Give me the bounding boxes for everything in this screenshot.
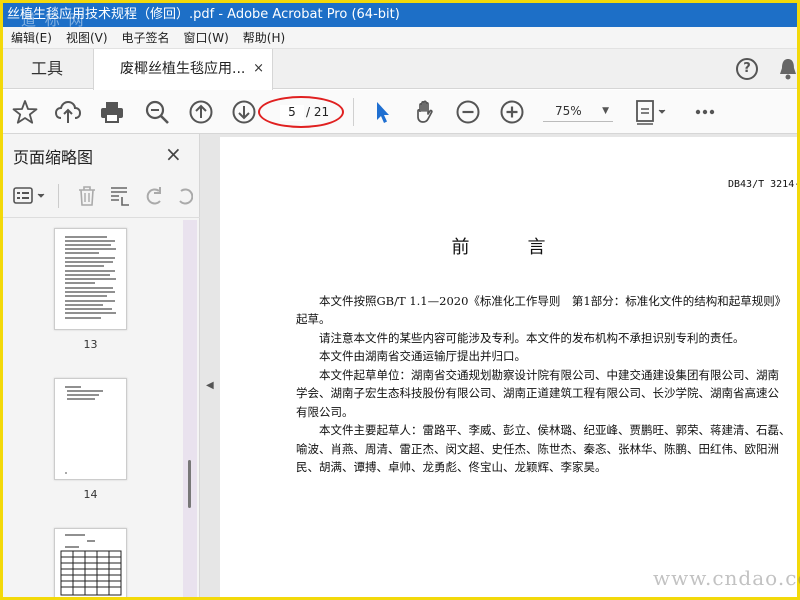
page-thumbnails-panel: 页面缩略图 × 13 14 [3, 134, 200, 597]
cloud-upload-icon[interactable] [54, 98, 82, 126]
thumbnail-page-13[interactable] [54, 228, 127, 330]
panel-toolbar [3, 174, 200, 218]
hand-icon[interactable] [411, 98, 439, 126]
tab-close-icon[interactable]: × [253, 49, 264, 89]
menu-bar: 编辑(E) 视图(V) 电子签名 窗口(W) 帮助(H) [3, 27, 797, 49]
thumbnail-page-15[interactable] [54, 528, 127, 597]
zoom-level-value: 75% [555, 104, 582, 118]
thumbnail-label: 13 [83, 338, 98, 351]
select-cursor-icon[interactable] [368, 98, 396, 126]
chevron-down-icon: ▼ [602, 106, 609, 116]
zoom-search-icon[interactable] [143, 98, 171, 126]
panel-title: 页面缩略图 [13, 148, 94, 167]
paragraph-line: 有限公司。 [296, 405, 354, 419]
thumbnail-13-preview [65, 236, 116, 319]
help-icon[interactable]: ? [736, 58, 758, 80]
thumbnail-label: 14 [83, 488, 98, 501]
paragraph-line: 本文件按照GB/T 1.1—2020《标准化工作导则 第1部分：标准化文件的结构… [296, 294, 787, 308]
panel-close-icon[interactable]: × [165, 142, 182, 166]
thumbnail-page-14[interactable] [54, 378, 127, 480]
document-number: DB43/T 3214- [728, 179, 797, 190]
tab-tools[interactable]: 工具 [3, 49, 91, 89]
rotate-cw-icon[interactable] [175, 185, 193, 207]
total-pages-label: / 21 [306, 105, 330, 119]
paragraph-line: 本文件由湖南省交通运输厅提出并归口。 [296, 349, 526, 363]
thumbnail-scrollbar[interactable] [183, 220, 197, 597]
more-icon[interactable] [691, 98, 719, 126]
paragraph-line: 起草。 [296, 312, 331, 326]
toolbar: 5 / 21 75% ▼ [3, 90, 797, 134]
thumbnail-options-icon[interactable] [13, 186, 49, 206]
document-viewport: DB43/T 3214- 前 言 本文件按照GB/T 1.1—2020《标准化工… [220, 134, 797, 597]
menu-view[interactable]: 视图(V) [66, 27, 108, 48]
zoom-out-icon[interactable] [454, 98, 482, 126]
scrollbar-thumb[interactable] [188, 460, 191, 508]
paragraph-line: 本文件主要起草人：雷路平、李威、彭立、侯林璐、纪亚峰、贾鹏旺、郭荣、蒋建清、石磊… [296, 423, 791, 437]
collapse-arrow-icon[interactable]: ◀ [206, 380, 214, 391]
paragraph-line: 学会、湖南子宏生态科技股份有限公司、湖南正道建筑工程有限公司、长沙学院、湖南省高… [296, 386, 779, 400]
menu-edit[interactable]: 编辑(E) [11, 27, 52, 48]
tab-bar: 工具 废椰丝植生毯应用... × ? [3, 49, 797, 90]
tab-document-label: 废椰丝植生毯应用... [120, 61, 246, 77]
page-up-icon[interactable] [187, 98, 215, 126]
section-heading: 前 言 [451, 237, 566, 258]
paragraph-line: 请注意本文件的某些内容可能涉及专利。本文件的发布机构不承担识别专利的责任。 [296, 331, 745, 345]
menu-window[interactable]: 窗口(W) [184, 27, 229, 48]
zoom-level-select[interactable]: 75% ▼ [543, 100, 613, 122]
paragraph-line: 本文件起草单位：湖南省交通规划勘察设计院有限公司、中建交通建设集团有限公司、湖南 [296, 368, 779, 382]
app-window: 丝植生毯应用技术规程（修回）.pdf - Adobe Acrobat Pro (… [3, 3, 797, 597]
paragraph-line: 喻波、肖燕、周清、雷正杰、闵文超、史任杰、陈世杰、秦忞、张林华、陈鹏、田红伟、欧… [296, 442, 779, 456]
fit-page-icon[interactable] [633, 98, 671, 126]
watermark-bottom: www.cndao.com [653, 566, 800, 590]
bell-icon[interactable] [778, 57, 797, 81]
tab-document[interactable]: 废椰丝植生毯应用... × [93, 49, 273, 90]
page-down-icon[interactable] [230, 98, 258, 126]
current-page-input[interactable]: 5 [280, 105, 304, 121]
toolbar-divider [353, 98, 354, 126]
panel-divider [58, 184, 59, 208]
thumbnail-14-preview [65, 386, 103, 474]
panel-collapse-strip[interactable]: ◀ [200, 134, 220, 597]
page-navigator: 5 / 21 [258, 96, 344, 128]
trash-icon[interactable] [76, 185, 98, 207]
thumbnail-15-preview [60, 534, 122, 596]
document-page: DB43/T 3214- 前 言 本文件按照GB/T 1.1—2020《标准化工… [220, 137, 797, 597]
menu-e-sign[interactable]: 电子签名 [122, 27, 170, 48]
thumbnail-list: 13 14 [3, 220, 183, 597]
print-icon[interactable] [98, 98, 126, 126]
star-icon[interactable] [11, 98, 39, 126]
menu-help[interactable]: 帮助(H) [243, 27, 285, 48]
title-bar: 丝植生毯应用技术规程（修回）.pdf - Adobe Acrobat Pro (… [3, 3, 797, 27]
zoom-in-icon[interactable] [498, 98, 526, 126]
paragraph-line: 民、胡满、谭搏、卓帅、龙勇彪、佟宝山、龙颖辉、李家昊。 [296, 460, 607, 474]
rotate-ccw-icon[interactable] [143, 185, 165, 207]
insert-page-icon[interactable] [109, 185, 131, 207]
